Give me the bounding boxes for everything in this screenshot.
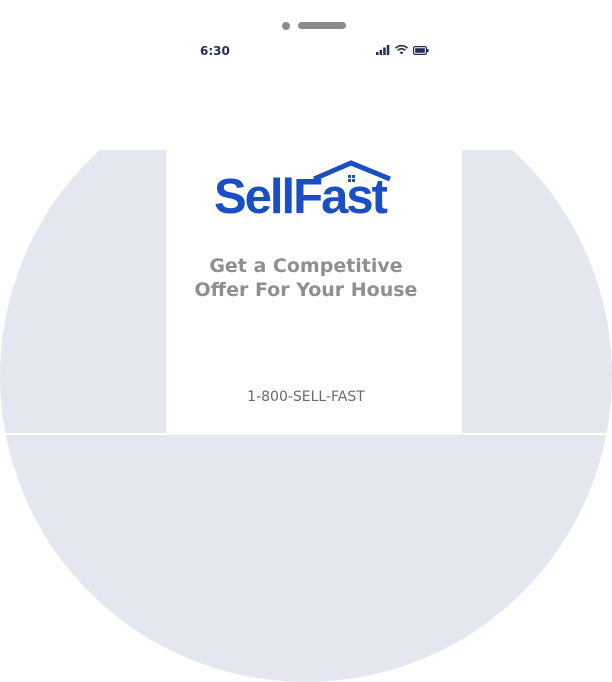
- wifi-icon: [394, 42, 409, 60]
- tagline: Get a Competitive Offer For Your House: [166, 254, 446, 302]
- tagline-line-1: Get a Competitive: [209, 255, 403, 277]
- logo-wordmark: SellFast: [214, 170, 388, 219]
- tagline-line-2: Offer For Your House: [194, 279, 418, 301]
- earpiece-speaker: [298, 22, 346, 29]
- phone-number[interactable]: 1-800-SELL-FAST: [166, 389, 446, 405]
- status-time: 6:30: [200, 44, 230, 58]
- status-icons: [376, 44, 429, 58]
- battery-icon: [413, 42, 429, 60]
- signal-icon: [376, 42, 390, 60]
- front-camera: [282, 22, 290, 30]
- sellfast-logo: SellFast: [214, 159, 400, 224]
